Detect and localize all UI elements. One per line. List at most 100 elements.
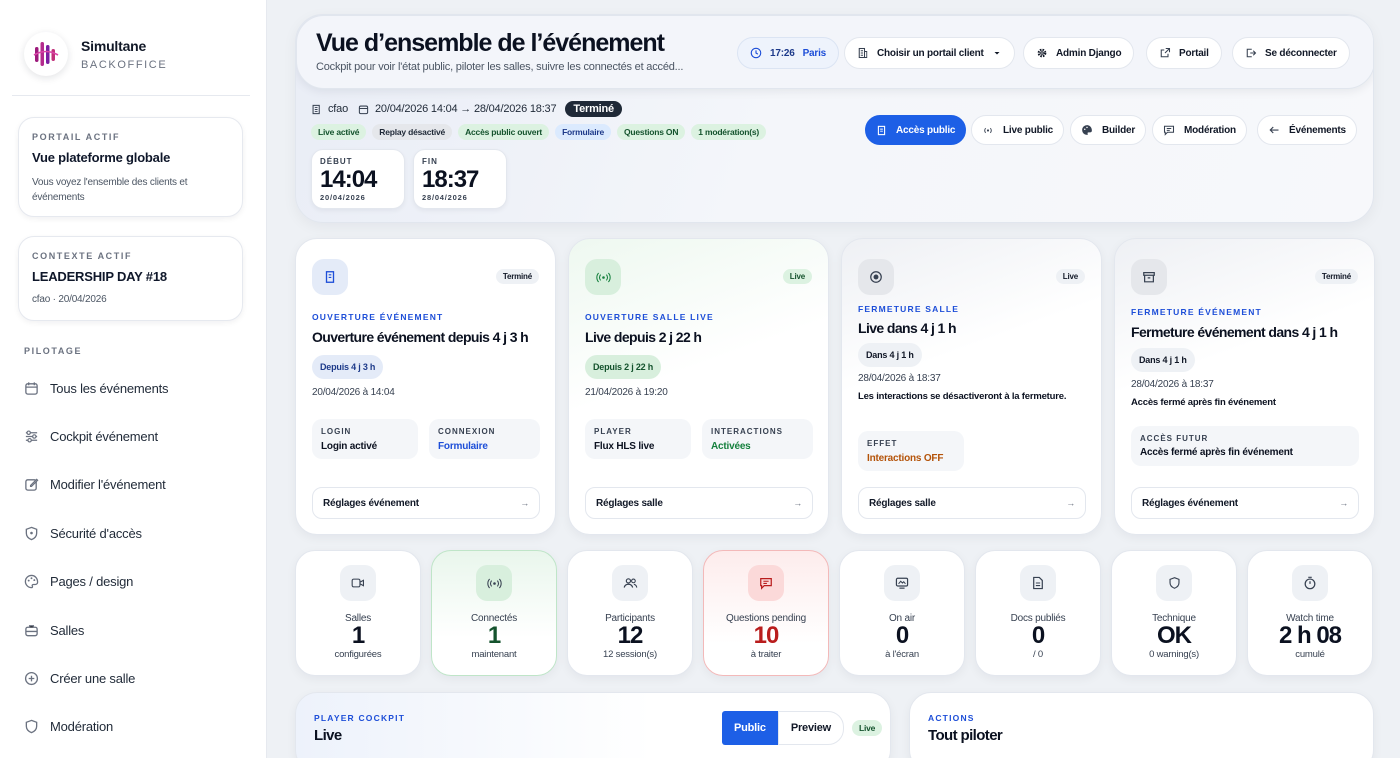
info-key: LOGIN xyxy=(321,427,352,436)
event-settings-button[interactable]: Réglages événement → xyxy=(312,487,540,519)
active-context-card[interactable]: CONTEXTE ACTIF LEADERSHIP DAY #18 cfao ·… xyxy=(18,236,243,321)
panel-kicker: ACTIONS xyxy=(928,713,975,723)
card-icon-tile xyxy=(858,259,894,295)
info-value: Login activé xyxy=(321,441,377,452)
building-icon xyxy=(325,271,335,283)
calendar-icon xyxy=(358,105,369,114)
stat-sub: cumulé xyxy=(1295,649,1325,660)
info-value: Formulaire xyxy=(438,441,488,452)
clock-zone: Paris xyxy=(802,47,827,59)
event-dates: 20/04/2026 14:04 → 28/04/2026 18:37 xyxy=(375,103,557,115)
sidebar-item-create-room[interactable]: Créer une salle xyxy=(14,658,250,698)
portal-client-select[interactable]: Choisir un portail client xyxy=(844,37,1015,69)
sidebar-item-label: Modération xyxy=(50,718,114,734)
admin-django-button[interactable]: Admin Django xyxy=(1023,37,1135,69)
broadcast-icon xyxy=(595,272,611,282)
moderation-button[interactable]: Modération xyxy=(1152,115,1247,145)
start-time: 14:04 xyxy=(320,166,377,193)
card-note: Les interactions se désactiveront à la f… xyxy=(858,391,1067,402)
arrow-right-icon: → xyxy=(520,498,529,508)
sidebar-section-title: PILOTAGE xyxy=(24,346,83,356)
stat-value: 1 xyxy=(351,622,365,649)
palette-icon xyxy=(24,574,39,588)
stat-technical[interactable]: Technique OK 0 warning(s) xyxy=(1111,550,1237,676)
clock-time: 17:26 xyxy=(770,47,795,59)
brand[interactable]: Simultane BACKOFFICE xyxy=(24,32,167,76)
stat-connected[interactable]: Connectés 1 maintenant xyxy=(431,550,557,676)
event-badges: Live activé Replay désactivé Accès publi… xyxy=(311,124,767,140)
info-value: Flux HLS live xyxy=(594,441,655,452)
stat-questions-pending[interactable]: Questions pending 10 à traiter xyxy=(703,550,829,676)
stat-sub: 0 warning(s) xyxy=(1149,649,1199,660)
start-time-box: DÉBUT 14:04 20/04/2026 xyxy=(311,149,405,209)
gear-icon xyxy=(1037,48,1047,58)
card-date: 21/04/2026 à 19:20 xyxy=(585,387,668,398)
sidebar-item-all-events[interactable]: Tous les événements xyxy=(14,368,250,408)
stat-icon-tile xyxy=(748,565,784,601)
tab-preview[interactable]: Preview xyxy=(777,711,844,745)
card-event-closing: Terminé FERMETURE ÉVÉNEMENT Fermeture év… xyxy=(1114,238,1375,535)
stat-on-air[interactable]: On air 0 à l'écran xyxy=(839,550,965,676)
live-badge: Live xyxy=(852,720,883,736)
stat-rooms[interactable]: Salles 1 configurées xyxy=(295,550,421,676)
sliders-icon xyxy=(25,429,38,443)
users-icon xyxy=(623,578,637,588)
public-access-label: Accès public xyxy=(896,124,956,136)
public-access-button[interactable]: Accès public xyxy=(865,115,967,145)
sidebar-item-moderation[interactable]: Modération xyxy=(14,706,250,746)
portal-button[interactable]: Portail xyxy=(1146,37,1222,69)
events-back-button[interactable]: Événements xyxy=(1257,115,1357,145)
stat-sub: 12 session(s) xyxy=(603,649,657,660)
card-title: Ouverture événement depuis 4 j 3 h xyxy=(312,329,529,345)
event-overview-hero: Vue d’ensemble de l’événement Cockpit po… xyxy=(295,14,1374,223)
timer-icon xyxy=(1304,576,1316,590)
sidebar-item-rooms[interactable]: Salles xyxy=(14,610,250,650)
room-settings-button[interactable]: Réglages salle → xyxy=(585,487,813,519)
card-status-tag: Live xyxy=(782,269,812,284)
context-card-kicker: CONTEXTE ACTIF xyxy=(32,251,133,261)
info-key: CONNEXION xyxy=(438,427,496,436)
sidebar-item-access-security[interactable]: Sécurité d'accès xyxy=(14,513,250,553)
card-title: Fermeture événement dans 4 j 1 h xyxy=(1131,324,1338,340)
stat-watch-time[interactable]: Watch time 2 h 08 cumulé xyxy=(1247,550,1373,676)
sidebar-item-pages-design[interactable]: Pages / design xyxy=(14,561,250,601)
live-public-button[interactable]: Live public xyxy=(971,115,1065,145)
card-note: Accès fermé après fin événement xyxy=(1131,397,1276,408)
stat-published-docs[interactable]: Docs publiés 0 / 0 xyxy=(975,550,1101,676)
stat-icon-tile xyxy=(1156,565,1192,601)
stat-value: 2 h 08 xyxy=(1278,622,1342,649)
live-public-label: Live public xyxy=(1003,124,1054,136)
sidebar-item-cockpit[interactable]: Cockpit événement xyxy=(14,416,250,456)
card-info-connexion: CONNEXION Formulaire xyxy=(429,419,540,459)
card-icon-tile xyxy=(312,259,348,295)
main-content: Vue d’ensemble de l’événement Cockpit po… xyxy=(267,0,1400,758)
briefcase-icon xyxy=(25,624,38,636)
logo-icon xyxy=(33,42,59,66)
card-live-room-opening: Live OUVERTURE SALLE LIVE Live depuis 2 … xyxy=(568,238,829,535)
room-settings-button[interactable]: Réglages salle → xyxy=(858,487,1086,519)
context-card-title: LEADERSHIP DAY #18 xyxy=(32,269,167,284)
tab-public[interactable]: Public xyxy=(722,711,778,745)
sidebar-item-label: Créer une salle xyxy=(50,670,136,686)
portal-card-title: Vue plateforme globale xyxy=(32,150,171,165)
sidebar-item-edit-event[interactable]: Modifier l'événement xyxy=(14,464,250,504)
stat-participants[interactable]: Participants 12 12 session(s) xyxy=(567,550,693,676)
event-settings-button[interactable]: Réglages événement → xyxy=(1131,487,1359,519)
badge-live: Live activé xyxy=(311,124,367,140)
stat-value: 0 xyxy=(895,622,909,649)
external-link-icon xyxy=(1160,47,1171,58)
logout-button[interactable]: Se déconnecter xyxy=(1232,37,1350,69)
active-portal-card[interactable]: PORTAIL ACTIF Vue plateforme globale Vou… xyxy=(18,117,243,217)
builder-button[interactable]: Builder xyxy=(1070,115,1147,145)
card-info-interactions: INTERACTIONS Activées xyxy=(702,419,813,459)
palette-icon xyxy=(1082,125,1092,135)
card-kicker: FERMETURE SALLE xyxy=(858,304,960,314)
badge-moderation: 1 modération(s) xyxy=(691,124,767,140)
clock-pill[interactable]: 17:26 Paris xyxy=(737,37,840,69)
card-chip: Depuis 4 j 3 h xyxy=(312,355,384,379)
button-label: Réglages salle xyxy=(869,497,936,509)
shield-icon xyxy=(25,719,38,733)
message-icon xyxy=(1163,125,1175,136)
sidebar-item-label: Modifier l'événement xyxy=(50,476,166,492)
event-meta: cfao 20/04/2026 14:04 → 28/04/2026 18:37… xyxy=(311,101,622,117)
